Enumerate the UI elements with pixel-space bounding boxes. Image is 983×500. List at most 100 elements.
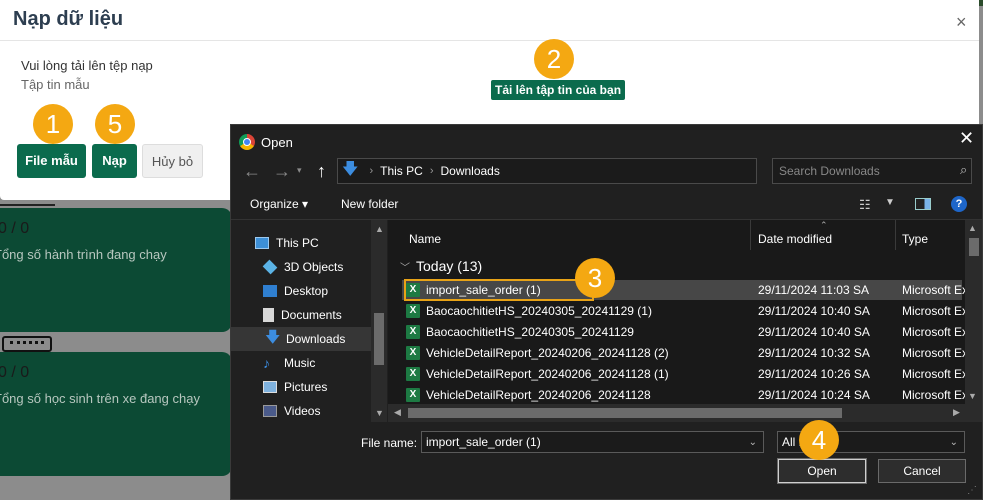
file-row[interactable]: X BaocaochitietHS_20240305_20241129 (1) … (402, 301, 968, 321)
column-header-type[interactable]: Type (902, 232, 928, 246)
sidebar-item-desktop[interactable]: Desktop (263, 279, 377, 303)
file-name: BaocaochitietHS_20240305_20241129 (426, 325, 634, 339)
chevron-down-icon[interactable]: ⌄ (950, 433, 958, 453)
file-row[interactable]: X VehicleDetailReport_20240206_20241128 … (402, 385, 968, 405)
documents-icon (263, 308, 274, 322)
preview-pane-icon[interactable] (915, 198, 931, 210)
dialog-footer: File name: import_sale_order (1) ⌄ All F… (231, 423, 982, 499)
file-name-input[interactable]: import_sale_order (1) ⌄ (421, 431, 764, 453)
organize-menu[interactable]: Organize ▾ (250, 197, 308, 211)
scroll-up-icon[interactable]: ▲ (375, 224, 384, 234)
file-row[interactable]: X VehicleDetailReport_20240206_20241128 … (402, 364, 968, 384)
open-button[interactable]: Open (777, 458, 867, 484)
videos-icon (263, 405, 277, 417)
stat-card-trips-label: Tổng số hành trình đang chạy (0, 247, 167, 262)
forward-arrow-icon[interactable]: → (273, 161, 291, 182)
modal-close-icon[interactable]: × (956, 12, 967, 33)
excel-file-icon: X (406, 346, 420, 360)
excel-file-icon: X (406, 388, 420, 402)
view-options-icon[interactable]: ☷ (859, 197, 871, 213)
upload-file-button[interactable]: Tải lên tập tin của bạn (491, 80, 626, 100)
file-row[interactable]: X BaocaochitietHS_20240305_20241129 29/1… (402, 322, 968, 342)
up-arrow-icon[interactable]: ↑ (317, 161, 326, 182)
column-separator[interactable] (895, 220, 896, 250)
sidebar-item-label: This PC (276, 236, 319, 250)
sidebar-item-documents[interactable]: Documents (263, 303, 377, 327)
file-date: 29/11/2024 10:40 SA (758, 325, 870, 339)
excel-file-icon: X (406, 367, 420, 381)
group-label: Today (13) (416, 258, 483, 274)
search-icon[interactable]: ⌕ (960, 162, 967, 178)
scroll-left-icon[interactable]: ◀ (394, 407, 401, 418)
pc-icon (255, 237, 269, 249)
resize-grip-icon[interactable]: ⋰ (967, 485, 977, 496)
sidebar-item-videos[interactable]: Videos (263, 399, 377, 423)
breadcrumb-this-pc[interactable]: This PC (380, 164, 423, 178)
dialog-close-icon[interactable]: ✕ (959, 128, 974, 149)
template-file-label: Tập tin mẫu (21, 77, 90, 92)
sidebar-item-downloads[interactable]: 🡇 Downloads (231, 327, 371, 351)
file-date: 29/11/2024 10:24 SA (758, 388, 870, 402)
sidebar-item-label: Desktop (284, 284, 329, 298)
file-list-vertical-thumb[interactable] (969, 238, 979, 256)
column-header-date-modified[interactable]: Date modified (758, 232, 832, 246)
file-name-label: File name: (361, 436, 418, 450)
group-header-today[interactable]: ﹀ Today (13) (400, 258, 482, 274)
file-name: VehicleDetailReport_20240206_20241128 (426, 388, 651, 402)
modal-divider (0, 40, 979, 41)
chevron-down-icon[interactable]: ⌄ (749, 433, 757, 453)
step-badge-4: 4 (799, 420, 839, 460)
search-input[interactable]: Search Downloads (772, 158, 972, 184)
stat-card-students (0, 352, 232, 476)
file-name: VehicleDetailReport_20240206_20241128 (2… (426, 346, 669, 360)
desktop-icon (263, 285, 277, 297)
file-name-value: import_sale_order (1) (426, 435, 541, 449)
stat-card-students-label: Tổng số học sinh trên xe đang chạy (0, 391, 200, 406)
column-header-name[interactable]: Name (409, 232, 441, 246)
collapse-chevron-icon[interactable]: ﹀ (400, 259, 410, 274)
breadcrumb-chevron-icon[interactable]: › (430, 165, 434, 177)
sidebar-item-label: 3D Objects (284, 260, 344, 274)
address-bar[interactable]: 🡇 › This PC › Downloads ⌄ ↻ (337, 158, 856, 184)
navigation-scrollbar-thumb[interactable] (374, 313, 384, 365)
sidebar-item-label: Music (284, 356, 316, 370)
sidebar-item-this-pc[interactable]: This PC (255, 231, 369, 255)
dialog-title: Open (261, 134, 293, 150)
file-name: BaocaochitietHS_20240305_20241129 (1) (426, 304, 652, 318)
scroll-down-icon[interactable]: ▼ (375, 408, 384, 418)
recent-locations-chevron-icon[interactable]: ▾ (297, 165, 302, 176)
help-icon[interactable]: ? (951, 196, 967, 212)
pictures-icon (263, 381, 277, 393)
step-badge-3: 3 (575, 258, 615, 298)
back-arrow-icon[interactable]: ← (243, 161, 261, 182)
sidebar-item-music[interactable]: ♪ Music (263, 351, 377, 375)
view-options-caret-icon[interactable]: ▼ (885, 197, 895, 208)
new-folder-button[interactable]: New folder (341, 197, 398, 211)
cancel-button[interactable]: Hủy bỏ (142, 144, 203, 178)
file-type: Microsoft Ex (902, 283, 969, 297)
scroll-down-icon[interactable]: ▼ (968, 391, 977, 401)
open-file-dialog: Open ✕ ← → ▾ ↑ 🡇 › This PC › Downloads ⌄… (230, 124, 983, 500)
file-name: VehicleDetailReport_20240206_20241128 (1… (426, 367, 669, 381)
column-separator[interactable] (750, 220, 751, 250)
sidebar-item-label: Videos (284, 404, 321, 418)
scroll-right-icon[interactable]: ▶ (953, 407, 960, 418)
sort-caret-icon: ⌃ (820, 220, 828, 230)
file-date: 29/11/2024 10:32 SA (758, 346, 870, 360)
file-row[interactable]: X VehicleDetailReport_20240206_20241128 … (402, 343, 968, 363)
sidebar-item-pictures[interactable]: Pictures (263, 375, 377, 399)
chrome-icon (239, 134, 255, 150)
file-type: Microsoft Ex (902, 325, 969, 339)
sidebar-item-label: Documents (281, 308, 342, 322)
upload-prompt: Vui lòng tải lên tệp nạp (21, 58, 153, 73)
import-button[interactable]: Nạp (92, 144, 137, 178)
sidebar-item-3d-objects[interactable]: 3D Objects (262, 255, 377, 279)
sample-file-button[interactable]: File mẫu (17, 144, 86, 178)
scroll-up-icon[interactable]: ▲ (968, 223, 977, 233)
file-list-horizontal-thumb[interactable] (408, 408, 842, 418)
breadcrumb-chevron-icon[interactable]: › (369, 165, 373, 177)
step-badge-5: 5 (95, 104, 135, 144)
breadcrumb-downloads[interactable]: Downloads (440, 164, 499, 178)
cancel-dialog-button[interactable]: Cancel (878, 459, 966, 483)
sidebar-item-label: Pictures (284, 380, 328, 394)
